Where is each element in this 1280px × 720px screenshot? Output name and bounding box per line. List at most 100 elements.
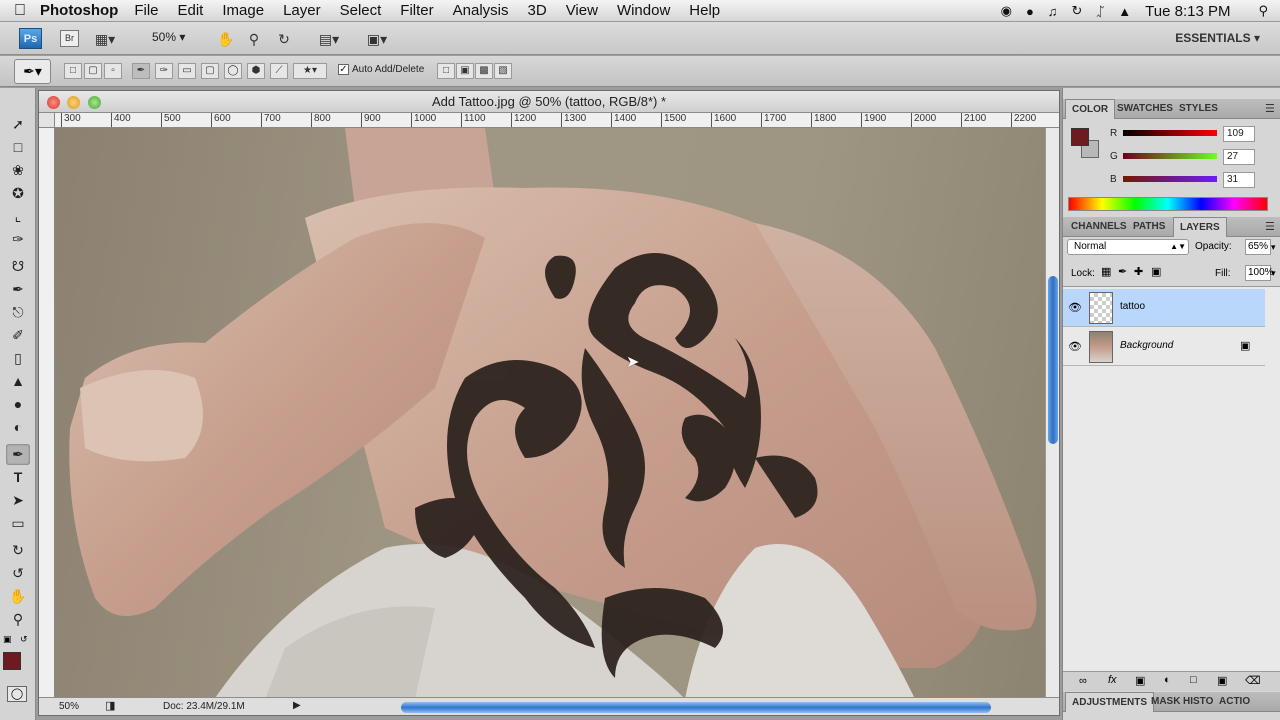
menu-file[interactable]: File: [134, 2, 158, 19]
path-exclude-icon[interactable]: ▧: [494, 63, 512, 79]
fill-input[interactable]: 100%: [1245, 265, 1274, 281]
history-brush-tool-icon[interactable]: ✐: [6, 325, 30, 346]
dodge-tool-icon[interactable]: ◐: [6, 417, 30, 438]
apple-menu-icon[interactable]: : [0, 2, 40, 20]
tab-channels[interactable]: CHANNELS: [1065, 217, 1133, 237]
layer-row-tattoo[interactable]: 👁 tattoo: [1063, 289, 1265, 327]
brush-tool-icon[interactable]: ✒: [6, 279, 30, 300]
menu-analysis[interactable]: Analysis: [453, 2, 509, 19]
launch-bridge-button[interactable]: Br: [60, 30, 79, 47]
vertical-scroll-thumb[interactable]: [1048, 276, 1058, 444]
lock-all-icon[interactable]: ▣: [1151, 265, 1161, 278]
app-menu[interactable]: Photoshop: [40, 2, 118, 19]
ruler-origin[interactable]: [39, 113, 55, 128]
close-window-icon[interactable]: [47, 96, 60, 109]
path-subtract-icon[interactable]: ▣: [456, 63, 474, 79]
swap-colors-icon[interactable]: ↺: [20, 634, 28, 645]
layer-name[interactable]: tattoo: [1120, 301, 1145, 312]
zoom-tool-icon[interactable]: ⚲: [243, 29, 265, 49]
zoom-level-select[interactable]: 50% ▾: [152, 30, 194, 46]
tab-layers[interactable]: LAYERS: [1173, 217, 1227, 237]
wifi-icon[interactable]: ▲: [1118, 4, 1131, 19]
tab-swatches[interactable]: SWATCHES: [1111, 99, 1179, 119]
clone-stamp-tool-icon[interactable]: ⎋: [6, 302, 30, 323]
delete-layer-icon[interactable]: ⌫: [1245, 674, 1261, 687]
add-mask-icon[interactable]: ▣: [1135, 674, 1145, 687]
lasso-tool-icon[interactable]: ❀: [6, 160, 30, 181]
arrange-documents-icon[interactable]: ▤▾: [318, 29, 340, 49]
bluetooth-icon[interactable]: ᛢ: [1096, 4, 1104, 19]
new-group-icon[interactable]: □: [1190, 674, 1197, 686]
blue-value-input[interactable]: 31: [1223, 172, 1255, 188]
zoom-tool-icon[interactable]: ⚲: [6, 609, 30, 630]
adjustment-layer-icon[interactable]: ◐: [1164, 674, 1171, 686]
marquee-tool-icon[interactable]: □: [6, 137, 30, 158]
lock-transparent-icon[interactable]: ▦: [1101, 265, 1111, 278]
document-title-bar[interactable]: Add Tattoo.jpg @ 50% (tattoo, RGB/8*) *: [39, 91, 1059, 113]
status-menu-icon[interactable]: ◨: [105, 699, 115, 712]
eyedropper-tool-icon[interactable]: ✑: [6, 229, 30, 250]
menu-edit[interactable]: Edit: [178, 2, 204, 19]
menu-select[interactable]: Select: [340, 2, 382, 19]
default-colors-icon[interactable]: ▣: [3, 634, 12, 645]
quick-mask-icon[interactable]: ◯: [7, 686, 27, 702]
pen-icon[interactable]: ✒: [132, 63, 150, 79]
fill-dropdown-icon[interactable]: ▾: [1271, 265, 1276, 281]
tab-color[interactable]: COLOR: [1065, 99, 1116, 119]
path-add-icon[interactable]: □: [437, 63, 455, 79]
lock-position-icon[interactable]: ✚: [1134, 265, 1143, 278]
vertical-ruler[interactable]: [39, 128, 55, 701]
red-slider[interactable]: R 109: [1107, 126, 1277, 144]
freeform-pen-icon[interactable]: ✑: [155, 63, 173, 79]
image-canvas[interactable]: ➤: [55, 128, 1045, 699]
rotate-view-icon[interactable]: ↻: [273, 29, 295, 49]
menu-help[interactable]: Help: [689, 2, 720, 19]
layer-row-background[interactable]: 👁 Background ▣: [1063, 328, 1265, 366]
layer-visibility-eye-icon[interactable]: 👁: [1067, 340, 1083, 354]
hand-tool-icon[interactable]: ✋: [6, 586, 30, 607]
opacity-input[interactable]: 65%: [1245, 239, 1271, 255]
rectangle-shape-icon[interactable]: ▭: [178, 63, 196, 79]
color-spectrum-ramp[interactable]: [1068, 197, 1268, 211]
blend-mode-select[interactable]: Normal ▲▼: [1067, 239, 1189, 255]
tab-adjustments[interactable]: ADJUSTMENTS: [1065, 692, 1155, 712]
opacity-dropdown-icon[interactable]: ▾: [1271, 239, 1276, 255]
volume-icon[interactable]: ♫: [1048, 4, 1058, 19]
quick-select-tool-icon[interactable]: ✪: [6, 183, 30, 204]
green-value-input[interactable]: 27: [1223, 149, 1255, 165]
status-zoom[interactable]: 50%: [59, 701, 79, 712]
menu-3d[interactable]: 3D: [528, 2, 547, 19]
link-layers-icon[interactable]: ∞: [1079, 675, 1087, 687]
green-slider[interactable]: G 27: [1107, 149, 1277, 167]
layer-name[interactable]: Background: [1120, 340, 1173, 351]
blue-slider[interactable]: B 31: [1107, 172, 1277, 190]
paths-mode-icon[interactable]: ▢: [84, 63, 102, 79]
pen-tool-icon[interactable]: ✒: [6, 444, 30, 465]
globe-icon[interactable]: ●: [1026, 4, 1034, 19]
paint-bucket-tool-icon[interactable]: ▲: [6, 371, 30, 392]
path-intersect-icon[interactable]: ▩: [475, 63, 493, 79]
view-extras-icon[interactable]: ▦▾: [94, 29, 116, 49]
tab-styles[interactable]: STYLES: [1173, 99, 1224, 119]
shape-layers-icon[interactable]: □: [64, 63, 82, 79]
hand-tool-icon[interactable]: ✋: [215, 29, 237, 49]
rectangle-tool-icon[interactable]: ▭: [6, 513, 30, 534]
layer-visibility-eye-icon[interactable]: 👁: [1067, 301, 1083, 315]
horizontal-ruler[interactable]: 300 400 500 600 700 800 900 1000 1100 1200 1300 140…: [55, 113, 1059, 128]
tab-actions[interactable]: ACTIO: [1213, 692, 1256, 712]
red-value-input[interactable]: 109: [1223, 126, 1255, 142]
auto-add-delete-checkbox[interactable]: ✓: [338, 64, 349, 75]
spotlight-search-icon[interactable]: ⚲: [1258, 3, 1268, 19]
menu-view[interactable]: View: [566, 2, 598, 19]
screen-mode-icon[interactable]: ▣▾: [366, 29, 388, 49]
new-layer-icon[interactable]: ▣: [1217, 674, 1227, 687]
tool-preset-picker[interactable]: ✒▾: [14, 59, 51, 84]
ellipse-icon[interactable]: ◯: [224, 63, 242, 79]
rounded-rectangle-icon[interactable]: ▢: [201, 63, 219, 79]
3d-rotate-tool-icon[interactable]: ↻: [6, 540, 30, 561]
polygon-icon[interactable]: ⬢: [247, 63, 265, 79]
panel-menu-icon[interactable]: ☰: [1259, 99, 1280, 119]
minimize-window-icon[interactable]: [67, 96, 80, 109]
fill-pixels-icon[interactable]: ▫: [104, 63, 122, 79]
blur-tool-icon[interactable]: ●: [6, 394, 30, 415]
